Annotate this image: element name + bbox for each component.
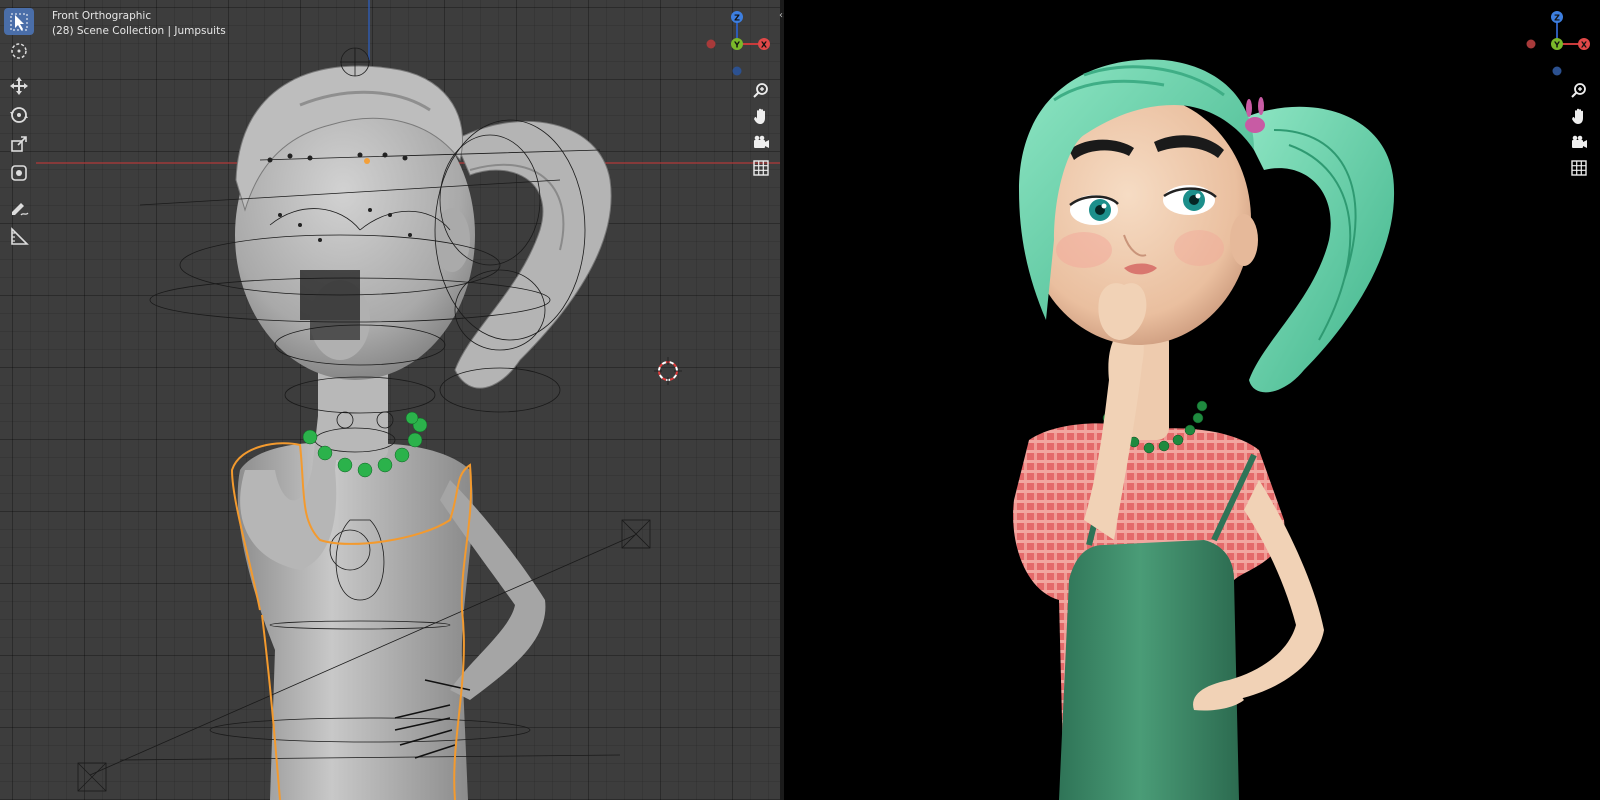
navigation-gizmo-right[interactable]: Z Y X — [1523, 8, 1595, 80]
navigation-gizmo[interactable]: Z Y X — [703, 8, 775, 80]
camera-view-button[interactable] — [1566, 130, 1592, 154]
zoom-icon — [753, 83, 768, 98]
zoom-button[interactable] — [1566, 78, 1592, 102]
collection-info: (28) Scene Collection | Jumpsuits — [52, 25, 226, 37]
gizmo-y-label: Y — [733, 41, 740, 50]
character-rendered[interactable] — [784, 0, 1600, 800]
move-tool[interactable] — [4, 72, 34, 99]
right-viewport[interactable]: Z Y X — [784, 0, 1600, 800]
ruler-icon — [11, 226, 29, 245]
camera-icon — [1572, 135, 1587, 148]
pan-button[interactable] — [748, 104, 774, 128]
3d-cursor[interactable] — [0, 0, 780, 800]
gizmo-x-label: X — [1581, 41, 1588, 50]
select-box-tool[interactable] — [4, 8, 34, 35]
rotate-tool[interactable] — [4, 101, 34, 128]
pan-button[interactable] — [1566, 104, 1592, 128]
tool-shelf — [4, 8, 34, 252]
ortho-toggle-button[interactable] — [748, 156, 774, 180]
hand-icon — [754, 108, 765, 124]
ortho-toggle-button[interactable] — [1566, 156, 1592, 180]
grid-icon — [753, 160, 769, 176]
3d-cursor-icon — [11, 42, 27, 59]
cursor-arrow-icon — [10, 13, 28, 30]
hand-icon — [1572, 108, 1583, 124]
camera-view-button[interactable] — [748, 130, 774, 154]
gizmo-x-label: X — [761, 41, 768, 50]
viewport-nav-buttons-right — [1566, 78, 1592, 182]
grid-icon — [1571, 160, 1587, 176]
pencil-icon — [12, 202, 29, 215]
transform-tool[interactable] — [4, 159, 34, 186]
gizmo-y-label: Y — [1553, 41, 1560, 50]
transform-icon — [11, 164, 27, 181]
annotate-tool[interactable] — [4, 194, 34, 221]
viewport-header-info: Front Orthographic (28) Scene Collection… — [52, 9, 226, 39]
cursor-tool[interactable] — [4, 37, 34, 64]
rotate-icon — [10, 106, 28, 123]
move-arrows-icon — [10, 76, 28, 95]
zoom-icon — [1571, 83, 1586, 98]
view-name: Front Orthographic — [52, 10, 152, 22]
viewport-nav-buttons — [748, 78, 774, 182]
gizmo-z-label: Z — [734, 14, 740, 23]
gizmo-z-label: Z — [1554, 14, 1560, 23]
left-viewport[interactable]: Front Orthographic (28) Scene Collection… — [0, 0, 780, 800]
scale-icon — [11, 135, 27, 152]
camera-icon — [754, 135, 769, 148]
zoom-button[interactable] — [748, 78, 774, 102]
measure-tool[interactable] — [4, 223, 34, 250]
axis-gizmo-icon: Z Y X — [1526, 11, 1590, 76]
axis-gizmo-icon: Z Y X — [706, 11, 770, 76]
scale-tool[interactable] — [4, 130, 34, 157]
